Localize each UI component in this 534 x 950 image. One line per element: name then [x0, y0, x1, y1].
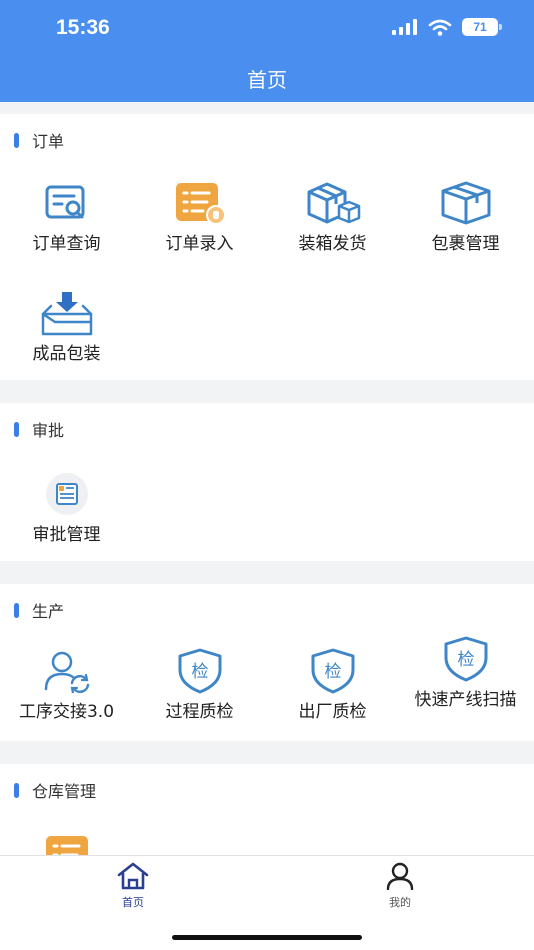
section-title: 审批 [14, 417, 64, 441]
page-title: 首页 [247, 68, 287, 92]
status-time: 15:36 [56, 16, 110, 39]
shield-text: 检 [324, 662, 341, 682]
section-marker [14, 132, 19, 148]
section-marker [14, 602, 19, 618]
form-entry-icon [45, 836, 88, 855]
package-icon [441, 181, 490, 225]
section-title: 仓库管理 [14, 778, 96, 802]
person-icon [386, 862, 414, 891]
section-marker [14, 421, 19, 437]
section-title: 订单 [14, 128, 64, 152]
user-sync-icon [44, 651, 89, 693]
shield-check-icon: 检 [311, 648, 354, 694]
box-download-icon [41, 292, 92, 336]
wifi-icon [428, 19, 452, 36]
tab-mine[interactable]: 我的 [340, 862, 460, 910]
process-handover-button[interactable]: 工序交接3.0 [0, 646, 133, 725]
status-icons: 71 [392, 18, 502, 36]
process-inspection-button[interactable]: 检 过程质检 [133, 646, 266, 725]
boxes-icon [307, 182, 360, 224]
form-entry-icon [175, 183, 226, 225]
section-marker [14, 782, 19, 798]
home-icon [117, 862, 149, 890]
signal-icon [392, 19, 417, 35]
tab-home[interactable]: 首页 [73, 862, 193, 910]
finished-packaging-button[interactable]: 成品包装 [0, 288, 133, 367]
section-approval: 审批 审批管理 [0, 403, 534, 561]
packing-shipping-button[interactable]: 装箱发货 [266, 178, 399, 257]
order-query-button[interactable]: 订单查询 [0, 178, 133, 257]
section-order: 订单 订单查询 订单录入 装箱发货 包裹管理 成品包装 [0, 114, 534, 380]
shield-check-icon: 检 [178, 648, 221, 694]
tab-mine-label: 我的 [389, 896, 411, 909]
main-content[interactable]: 订单 订单查询 订单录入 装箱发货 包裹管理 成品包装 审批 审批管理 生产 工… [0, 102, 534, 855]
factory-inspection-button[interactable]: 检 出厂质检 [266, 646, 399, 725]
order-entry-button[interactable]: 订单录入 [133, 178, 266, 257]
shield-text: 检 [191, 662, 208, 682]
battery-indicator: 71 [462, 18, 502, 36]
shield-check-icon: 检 [444, 636, 487, 682]
section-title: 生产 [14, 598, 64, 622]
home-indicator [172, 935, 362, 940]
shield-text: 检 [457, 650, 474, 670]
quick-line-scan-button[interactable]: 检 快速产线扫描 [399, 634, 532, 713]
approval-doc-icon [45, 473, 88, 515]
approval-management-button[interactable]: 审批管理 [0, 469, 133, 548]
package-management-button[interactable]: 包裹管理 [399, 178, 532, 257]
tab-home-label: 首页 [122, 896, 144, 909]
top-header: 15:36 71 首页 [0, 0, 534, 102]
section-warehouse: 仓库管理 [0, 764, 534, 855]
search-doc-icon [45, 185, 84, 219]
section-production: 生产 工序交接3.0 检 过程质检 检 出厂质检 检 快速产线扫描 [0, 584, 534, 741]
warehouse-item-button[interactable] [0, 830, 133, 855]
